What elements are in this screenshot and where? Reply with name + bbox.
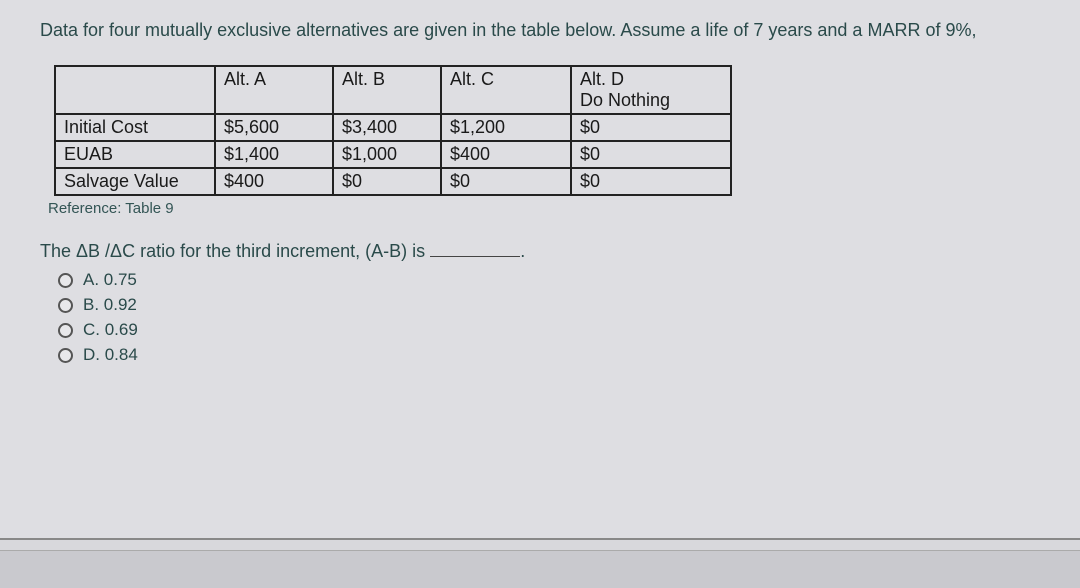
- table-header-row: Alt. A Alt. B Alt. C Alt. D Do Nothing: [55, 66, 731, 114]
- cell-b-initial-cost: $3,400: [333, 114, 441, 141]
- alternatives-table: Alt. A Alt. B Alt. C Alt. D Do Nothing I…: [54, 65, 732, 196]
- header-alt-a: Alt. A: [215, 66, 333, 114]
- header-alt-d-line2: Do Nothing: [580, 90, 670, 110]
- intro-text: Data for four mutually exclusive alterna…: [40, 18, 1040, 43]
- cell-label-euab: EUAB: [55, 141, 215, 168]
- cell-a-initial-cost: $5,600: [215, 114, 333, 141]
- cell-c-salvage: $0: [441, 168, 571, 195]
- cell-b-salvage: $0: [333, 168, 441, 195]
- options-group: A. 0.75 B. 0.92 C. 0.69 D. 0.84: [58, 270, 1040, 365]
- radio-icon: [58, 273, 73, 288]
- option-d[interactable]: D. 0.84: [58, 345, 1040, 365]
- cell-a-euab: $1,400: [215, 141, 333, 168]
- cell-d-initial-cost: $0: [571, 114, 731, 141]
- radio-icon: [58, 298, 73, 313]
- table-row-euab: EUAB $1,400 $1,000 $400 $0: [55, 141, 731, 168]
- cell-d-salvage: $0: [571, 168, 731, 195]
- table-row-initial-cost: Initial Cost $5,600 $3,400 $1,200 $0: [55, 114, 731, 141]
- option-b[interactable]: B. 0.92: [58, 295, 1040, 315]
- header-alt-d: Alt. D Do Nothing: [571, 66, 731, 114]
- cell-b-euab: $1,000: [333, 141, 441, 168]
- option-c[interactable]: C. 0.69: [58, 320, 1040, 340]
- page-container: Data for four mutually exclusive alterna…: [0, 0, 1080, 540]
- question-text: The ΔB /ΔC ratio for the third increment…: [40, 241, 1040, 262]
- option-b-label: B. 0.92: [83, 295, 137, 315]
- option-a-label: A. 0.75: [83, 270, 137, 290]
- question-stem: The ΔB /ΔC ratio for the third increment…: [40, 241, 425, 261]
- radio-icon: [58, 323, 73, 338]
- cell-a-salvage: $400: [215, 168, 333, 195]
- reference-text: Reference: Table 9: [48, 200, 1040, 217]
- table-row-salvage: Salvage Value $400 $0 $0 $0: [55, 168, 731, 195]
- cell-label-initial-cost: Initial Cost: [55, 114, 215, 141]
- answer-blank: [430, 243, 520, 257]
- option-c-label: C. 0.69: [83, 320, 138, 340]
- option-a[interactable]: A. 0.75: [58, 270, 1040, 290]
- option-d-label: D. 0.84: [83, 345, 138, 365]
- cell-c-euab: $400: [441, 141, 571, 168]
- radio-icon: [58, 348, 73, 363]
- cell-d-euab: $0: [571, 141, 731, 168]
- cell-label-salvage: Salvage Value: [55, 168, 215, 195]
- bottom-bar: [0, 550, 1080, 588]
- cell-c-initial-cost: $1,200: [441, 114, 571, 141]
- header-alt-b: Alt. B: [333, 66, 441, 114]
- header-alt-d-line1: Alt. D: [580, 69, 624, 89]
- header-alt-c: Alt. C: [441, 66, 571, 114]
- header-blank: [55, 66, 215, 114]
